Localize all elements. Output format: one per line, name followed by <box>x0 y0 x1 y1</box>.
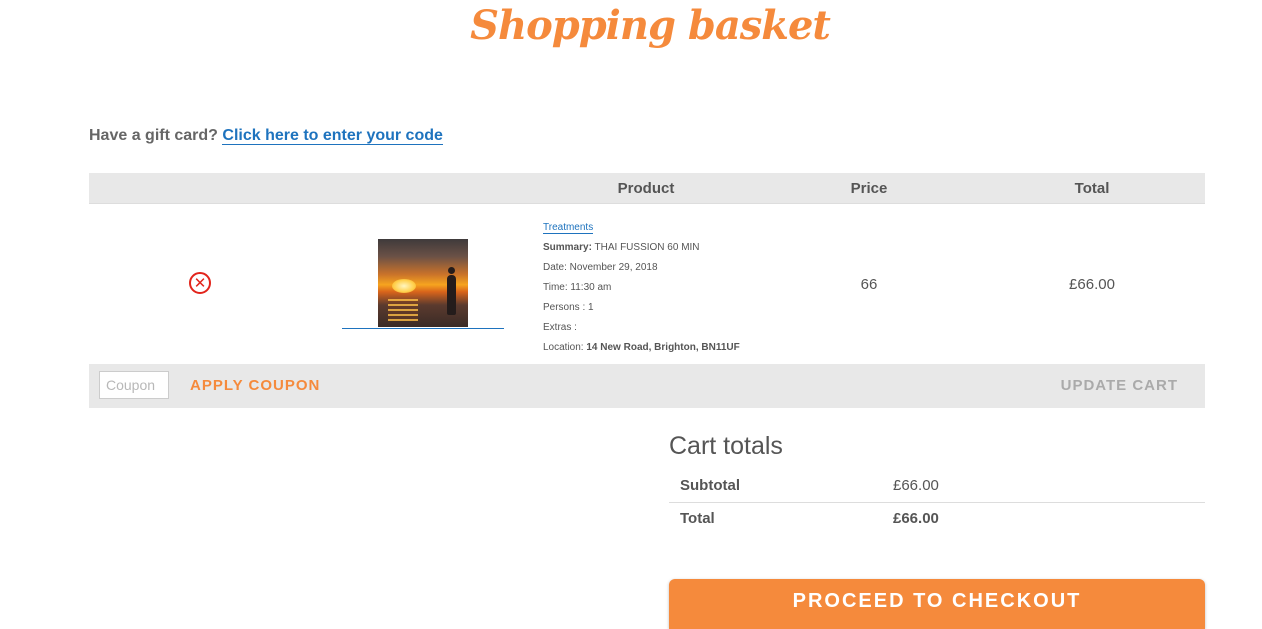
subtotal-value: £66.00 <box>893 477 939 494</box>
proceed-to-checkout-button[interactable]: PROCEED TO CHECKOUT <box>669 579 1205 629</box>
gift-card-link[interactable]: Click here to enter your code <box>222 127 443 145</box>
product-thumbnail-link[interactable] <box>342 239 504 329</box>
summary-value: THAI FUSSION 60 MIN <box>594 242 700 253</box>
product-details: Treatments Summary: THAI FUSSION 60 MIN … <box>543 218 740 358</box>
header-price: Price <box>850 180 888 197</box>
product-date: Date: November 29, 2018 <box>543 262 658 273</box>
subtotal-row: Subtotal £66.00 <box>669 470 1205 503</box>
cart-table-header: Product Price Total <box>89 173 1205 204</box>
table-row: ✕ Treatments Summary: THAI FUSSION 60 MI… <box>89 204 1205 364</box>
x-circle-icon: ✕ <box>193 274 207 292</box>
subtotal-label: Subtotal <box>680 477 740 494</box>
page-title: Shopping basket <box>470 2 831 49</box>
total-row: Total £66.00 <box>669 503 1205 535</box>
update-cart-button[interactable]: UPDATE CART <box>1061 377 1178 394</box>
product-time: Time: 11:30 am <box>543 282 612 293</box>
coupon-input[interactable] <box>99 371 169 399</box>
total-value: £66.00 <box>893 510 939 527</box>
location-value: 14 New Road, Brighton, BN11UF <box>586 342 740 353</box>
cart-actions-bar: APPLY COUPON UPDATE CART <box>89 364 1205 408</box>
product-category-link[interactable]: Treatments <box>543 222 594 234</box>
cart-totals-title: Cart totals <box>669 432 783 460</box>
apply-coupon-button[interactable]: APPLY COUPON <box>190 377 320 394</box>
total-label: Total <box>680 510 715 527</box>
summary-label: Summary: <box>543 242 592 253</box>
product-location: Location: 14 New Road, Brighton, BN11UF <box>543 338 740 358</box>
header-product: Product <box>617 180 675 197</box>
thumbnail-figure-head <box>448 267 455 274</box>
gift-card-notice: Have a gift card? Click here to enter yo… <box>89 127 443 145</box>
item-price: 66 <box>860 276 878 293</box>
product-persons: Persons : 1 <box>543 302 594 313</box>
thumbnail-sun <box>392 279 416 293</box>
product-thumbnail <box>378 239 468 327</box>
location-label: Location: <box>543 342 584 353</box>
thumbnail-figure <box>447 275 456 315</box>
product-extras: Extras : <box>543 322 577 333</box>
product-summary: Summary: THAI FUSSION 60 MIN <box>543 238 740 258</box>
thumbnail-reflection <box>388 299 418 321</box>
gift-card-prompt: Have a gift card? <box>89 127 218 144</box>
header-total: Total <box>1074 180 1110 197</box>
remove-item-button[interactable]: ✕ <box>189 272 211 294</box>
item-total: £66.00 <box>1069 276 1115 293</box>
